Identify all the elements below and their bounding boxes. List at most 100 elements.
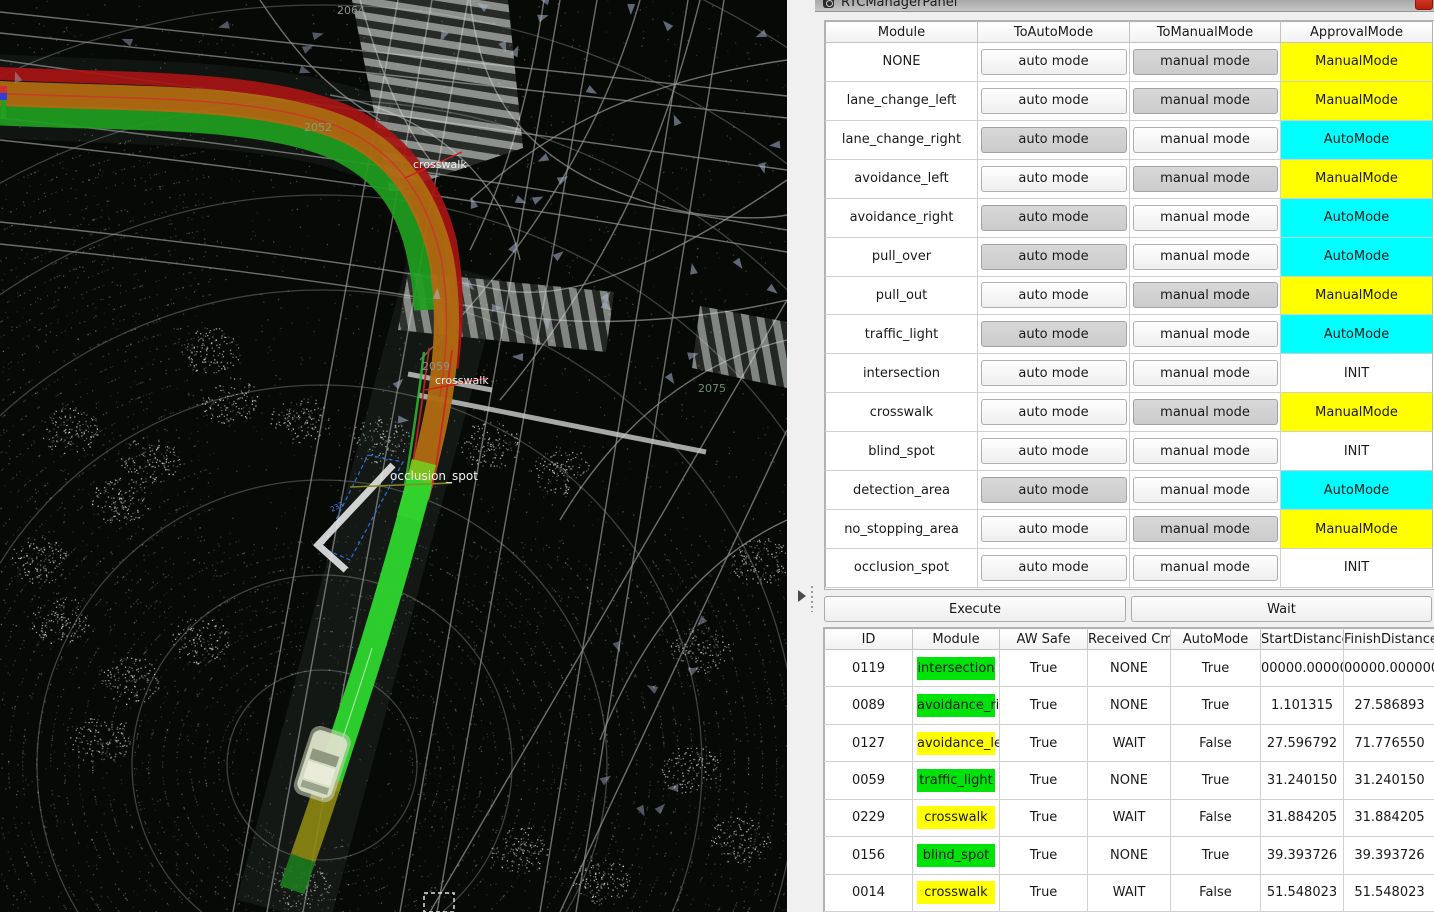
to-manual-mode-button[interactable]: manual mode xyxy=(1133,555,1278,581)
to-auto-mode-cell: auto mode xyxy=(978,81,1130,120)
to-auto-mode-cell: auto mode xyxy=(978,354,1130,393)
rtc-module-cell: avoidance_left xyxy=(913,724,1000,761)
splitter-collapse-arrow-icon[interactable] xyxy=(798,590,806,602)
to-manual-mode-button[interactable]: manual mode xyxy=(1133,438,1278,464)
to-manual-mode-button[interactable]: manual mode xyxy=(1133,49,1278,75)
to-auto-mode-button[interactable]: auto mode xyxy=(981,399,1127,425)
rtc-id-cell: 0014 xyxy=(825,874,913,911)
to-auto-mode-button[interactable]: auto mode xyxy=(981,555,1127,581)
module-row: no_stopping_areaauto modemanual modeManu… xyxy=(826,510,1433,549)
approval-mode-cell: INIT xyxy=(1281,354,1433,393)
module-row: occlusion_spotauto modemanual modeINIT xyxy=(826,548,1433,587)
rtc-row: 0059traffic_lightTrueNONETrue31.24015031… xyxy=(825,762,1434,799)
module-row: avoidance_leftauto modemanual modeManual… xyxy=(826,159,1433,198)
to-auto-mode-button[interactable]: auto mode xyxy=(981,321,1127,347)
rtc-start-distance-cell: 27.596792 xyxy=(1261,724,1344,761)
rtc-auto-mode-cell: False xyxy=(1171,724,1261,761)
rtc-received-cmd-cell: NONE xyxy=(1088,687,1171,724)
to-manual-mode-button[interactable]: manual mode xyxy=(1133,205,1278,231)
module-table-header-0[interactable]: Module xyxy=(826,22,978,43)
rtc-id-cell: 0127 xyxy=(825,724,913,761)
to-manual-mode-button[interactable]: manual mode xyxy=(1133,399,1278,425)
to-auto-mode-cell: auto mode xyxy=(978,471,1130,510)
to-auto-mode-button[interactable]: auto mode xyxy=(981,282,1127,308)
approval-mode-cell: AutoMode xyxy=(1281,120,1433,159)
rtc-finish-distance-cell: 31.240150 xyxy=(1344,762,1434,799)
to-auto-mode-button[interactable]: auto mode xyxy=(981,360,1127,386)
to-auto-mode-button[interactable]: auto mode xyxy=(981,88,1127,114)
to-manual-mode-cell: manual mode xyxy=(1130,510,1281,549)
rtc-row: 0127avoidance_leftTrueWAITFalse27.596792… xyxy=(825,724,1434,761)
rtc-aw-safe-cell: True xyxy=(1000,724,1088,761)
approval-mode-cell: AutoMode xyxy=(1281,471,1433,510)
rtc-table-header-4[interactable]: AutoMode xyxy=(1171,629,1261,650)
to-auto-mode-cell: auto mode xyxy=(978,510,1130,549)
splitter-grip-icon xyxy=(811,586,813,612)
module-name-cell: NONE xyxy=(826,43,978,82)
to-auto-mode-button[interactable]: auto mode xyxy=(981,166,1127,192)
to-auto-mode-button[interactable]: auto mode xyxy=(981,477,1127,503)
module-row: traffic_lightauto modemanual modeAutoMod… xyxy=(826,315,1433,354)
rtc-finish-distance-cell: 27.586893 xyxy=(1344,687,1434,724)
module-name-cell: no_stopping_area xyxy=(826,510,978,549)
module-mode-table: ModuleToAutoModeToManualModeApprovalMode… xyxy=(825,21,1433,588)
to-manual-mode-button[interactable]: manual mode xyxy=(1133,244,1278,270)
to-manual-mode-button[interactable]: manual mode xyxy=(1133,516,1278,542)
to-manual-mode-button[interactable]: manual mode xyxy=(1133,166,1278,192)
to-auto-mode-cell: auto mode xyxy=(978,237,1130,276)
rtc-received-cmd-cell: NONE xyxy=(1088,762,1171,799)
to-manual-mode-cell: manual mode xyxy=(1130,81,1281,120)
rtc-table-header-3[interactable]: Received Cmd xyxy=(1088,629,1171,650)
to-auto-mode-button[interactable]: auto mode xyxy=(981,49,1127,75)
to-auto-mode-cell: auto mode xyxy=(978,276,1130,315)
rviz-3d-view[interactable]: crosswalk crosswalk occlusion_spot 2064 … xyxy=(0,0,787,912)
rtc-table-header-5[interactable]: StartDistance xyxy=(1261,629,1344,650)
rtc-table-header-0[interactable]: ID xyxy=(825,629,913,650)
rtc-row: 0014crosswalkTrueWAITFalse51.54802351.54… xyxy=(825,874,1434,911)
to-auto-mode-button[interactable]: auto mode xyxy=(981,127,1127,153)
module-row: pull_overauto modemanual modeAutoMode xyxy=(826,237,1433,276)
to-auto-mode-cell: auto mode xyxy=(978,432,1130,471)
to-manual-mode-cell: manual mode xyxy=(1130,354,1281,393)
rtc-table-header-6[interactable]: FinishDistance xyxy=(1344,629,1434,650)
lane-id-2064: 2064 xyxy=(337,4,365,17)
to-manual-mode-button[interactable]: manual mode xyxy=(1133,282,1278,308)
to-manual-mode-button[interactable]: manual mode xyxy=(1133,321,1278,347)
rtc-table-header-1[interactable]: Module xyxy=(913,629,1000,650)
to-manual-mode-cell: manual mode xyxy=(1130,198,1281,237)
module-name-cell: traffic_light xyxy=(826,315,978,354)
rtc-received-cmd-cell: WAIT xyxy=(1088,724,1171,761)
panel-splitter[interactable] xyxy=(787,0,824,912)
module-name-cell: occlusion_spot xyxy=(826,548,978,587)
to-manual-mode-cell: manual mode xyxy=(1130,276,1281,315)
rtc-table-header-2[interactable]: AW Safe xyxy=(1000,629,1088,650)
module-name-cell: lane_change_left xyxy=(826,81,978,120)
to-manual-mode-button[interactable]: manual mode xyxy=(1133,360,1278,386)
module-table-header-3[interactable]: ApprovalMode xyxy=(1281,22,1433,43)
to-auto-mode-button[interactable]: auto mode xyxy=(981,438,1127,464)
to-manual-mode-button[interactable]: manual mode xyxy=(1133,127,1278,153)
execute-button[interactable]: Execute xyxy=(824,596,1126,622)
to-auto-mode-button[interactable]: auto mode xyxy=(981,516,1127,542)
module-table-header-1[interactable]: ToAutoMode xyxy=(978,22,1130,43)
rtc-received-cmd-cell: NONE xyxy=(1088,650,1171,687)
to-auto-mode-button[interactable]: auto mode xyxy=(981,205,1127,231)
rtc-id-cell: 0156 xyxy=(825,837,913,874)
rtc-auto-mode-cell: False xyxy=(1171,799,1261,836)
crosswalk-label-top: crosswalk xyxy=(413,158,467,171)
rtc-finish-distance-cell: 31.884205 xyxy=(1344,799,1434,836)
to-auto-mode-button[interactable]: auto mode xyxy=(981,244,1127,270)
module-row: NONEauto modemanual modeManualMode xyxy=(826,43,1433,82)
rtc-auto-mode-cell: True xyxy=(1171,650,1261,687)
to-manual-mode-button[interactable]: manual mode xyxy=(1133,477,1278,503)
rtc-received-cmd-cell: WAIT xyxy=(1088,799,1171,836)
module-table-header-2[interactable]: ToManualMode xyxy=(1130,22,1281,43)
approval-mode-cell: ManualMode xyxy=(1281,159,1433,198)
approval-mode-cell: INIT xyxy=(1281,432,1433,471)
module-name-cell: avoidance_right xyxy=(826,198,978,237)
panel-title-bar[interactable]: RTCManagerPanel xyxy=(815,0,1434,12)
to-manual-mode-button[interactable]: manual mode xyxy=(1133,88,1278,114)
panel-close-button[interactable] xyxy=(1415,0,1433,10)
wait-button[interactable]: Wait xyxy=(1131,596,1432,622)
rtc-auto-mode-cell: True xyxy=(1171,687,1261,724)
